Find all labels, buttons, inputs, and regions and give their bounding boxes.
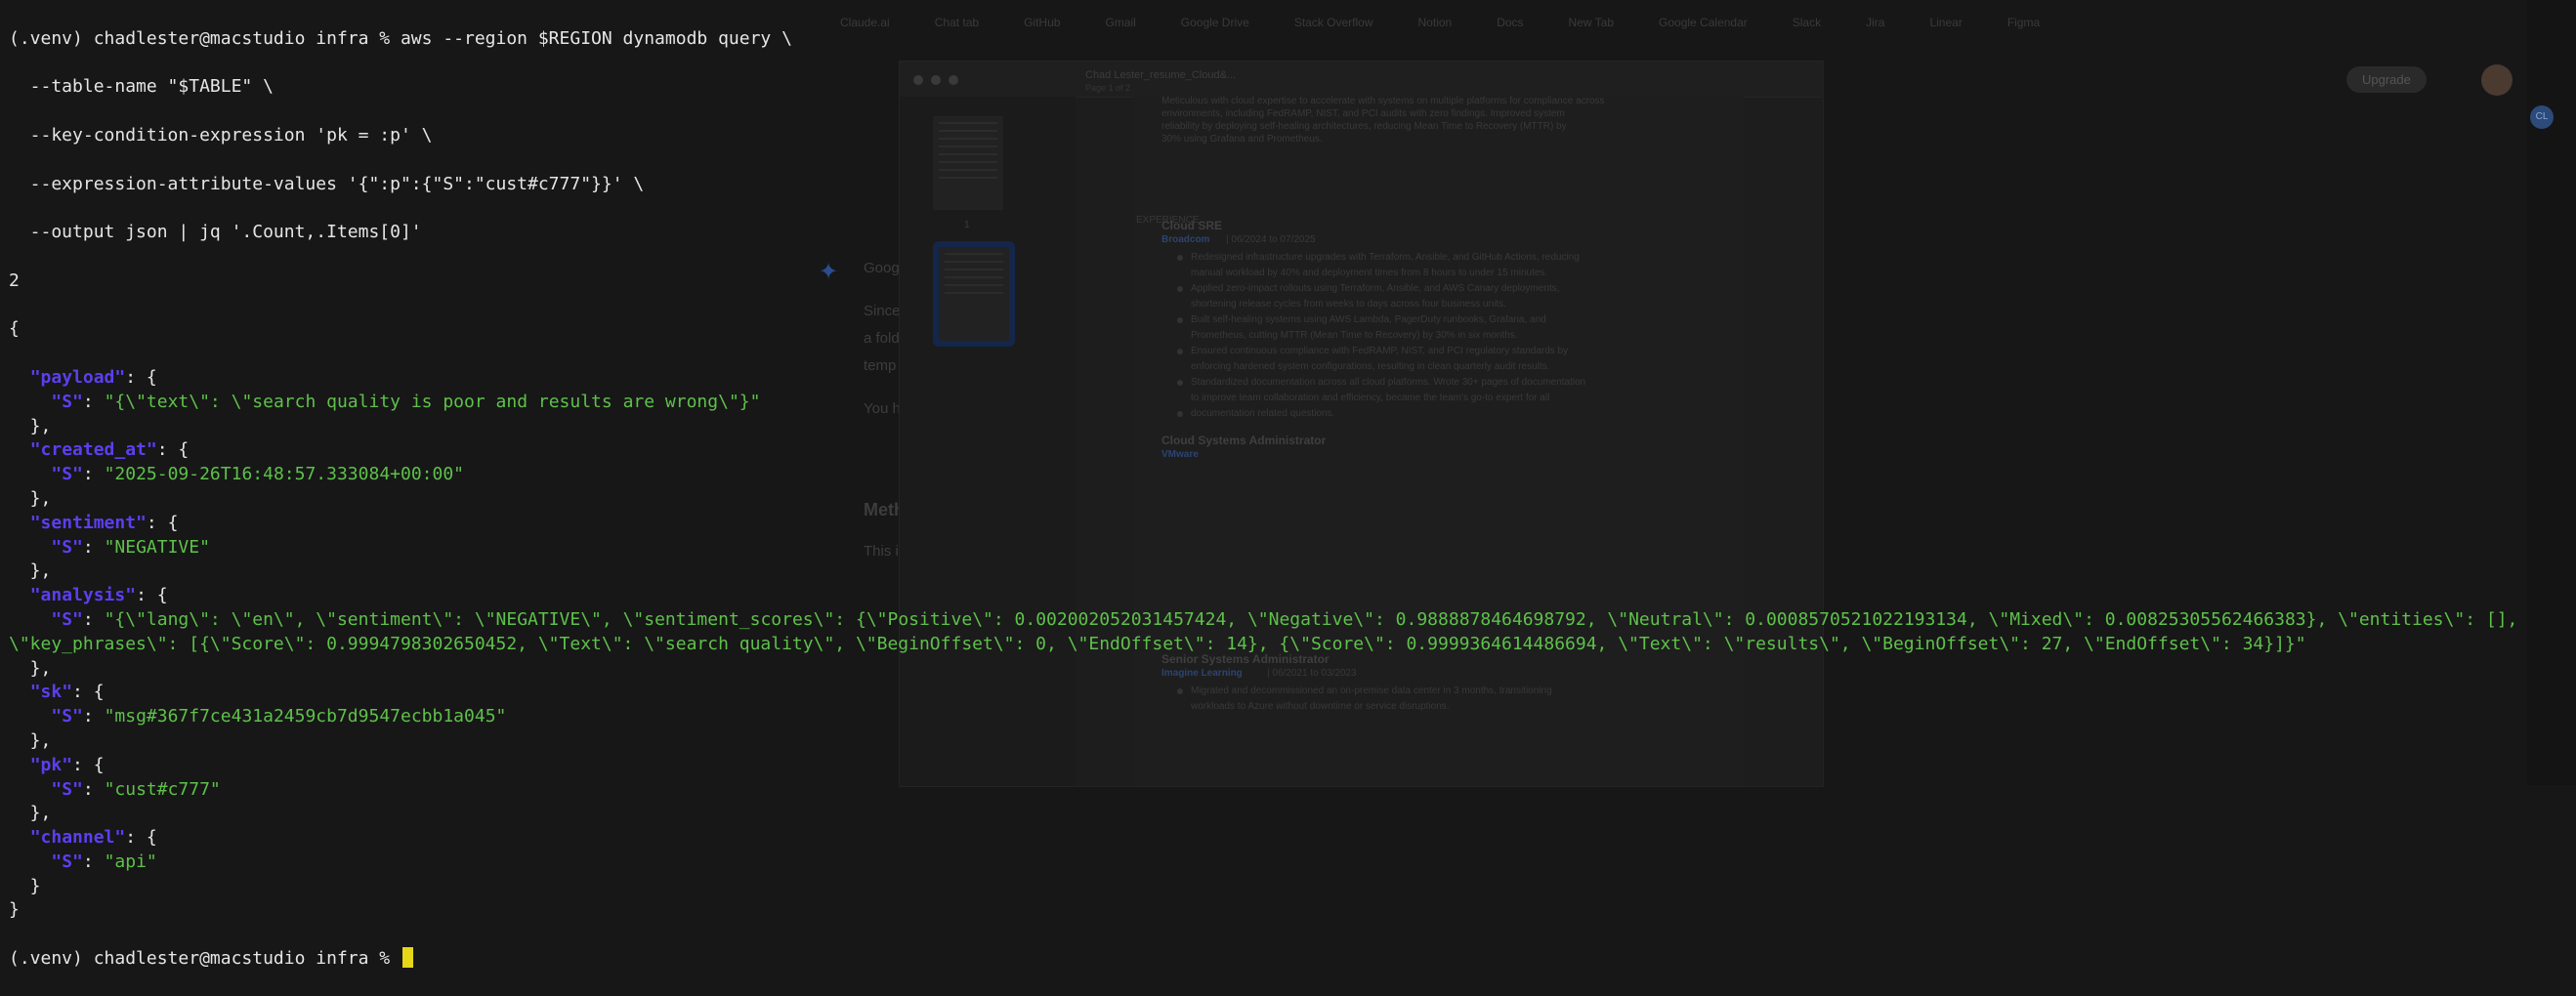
json-field-key-line: "pk": {: [9, 754, 2517, 778]
command-line-1: (.venv) chadlester@macstudio infra % aws…: [9, 27, 2517, 52]
json-punctuation: [9, 827, 30, 848]
terminal-output[interactable]: (.venv) chadlester@macstudio infra % aws…: [9, 3, 2517, 996]
json-punctuation: }: [9, 875, 41, 896]
json-punctuation: : {: [136, 585, 168, 606]
json-field-value-line: "S": "msg#367f7ce431a2459cb7d9547ecbb1a0…: [9, 705, 2517, 729]
json-type-key: "S": [51, 608, 83, 630]
json-type-key: "S": [51, 778, 83, 800]
json-punctuation: : {: [146, 512, 179, 533]
json-punctuation: : {: [156, 439, 190, 461]
json-punctuation: [9, 537, 51, 558]
json-punctuation: : {: [125, 366, 157, 388]
json-punctuation: },: [9, 729, 52, 751]
json-key: "channel": [29, 827, 126, 849]
json-field-close-line: },: [9, 415, 2517, 439]
json-type-key: "S": [51, 464, 83, 485]
json-punctuation: },: [9, 415, 52, 436]
json-string-value: "api": [104, 851, 157, 872]
json-key: "analysis": [29, 585, 137, 606]
json-field-close-line: },: [9, 487, 2517, 512]
json-string-value: "2025-09-26T16:48:57.333084+00:00": [104, 464, 465, 485]
json-punctuation: [9, 706, 51, 726]
json-field-key-line: "created_at": {: [9, 438, 2517, 463]
json-field-value-wrap: \"key_phrases\": [{\"Score\": 0.99947983…: [9, 633, 2517, 657]
json-field-close-line: },: [9, 802, 2517, 826]
json-key: "pk": [29, 754, 73, 775]
json-field-value-line: "S": "2025-09-26T16:48:57.333084+00:00": [9, 463, 2517, 487]
json-key: "sk": [29, 682, 73, 703]
json-key: "payload": [29, 366, 126, 388]
json-type-key: "S": [51, 536, 83, 558]
json-punctuation: [9, 851, 51, 872]
json-type-key: "S": [51, 851, 83, 872]
json-close-brace: }: [9, 899, 20, 921]
json-type-key: "S": [51, 391, 83, 412]
shell-prompt: (.venv) chadlester@macstudio infra %: [9, 27, 401, 49]
json-field-close-line: }: [9, 875, 2517, 899]
json-string-value: "{\"text\": \"search quality is poor and…: [104, 391, 761, 412]
json-punctuation: },: [9, 487, 52, 509]
json-field-value-line: "S": "cust#c777": [9, 778, 2517, 803]
command-text: aws --region $REGION dynamodb query \: [400, 27, 792, 49]
json-punctuation: },: [9, 657, 52, 679]
json-punctuation: :: [82, 851, 105, 872]
prompt-line: (.venv) chadlester@macstudio infra %: [9, 947, 2517, 972]
json-punctuation: : {: [72, 754, 105, 775]
json-punctuation: [9, 779, 51, 800]
json-field-key-line: "channel": {: [9, 826, 2517, 851]
json-punctuation: :: [82, 391, 105, 412]
json-key: "created_at": [29, 439, 157, 461]
json-field-value-line: "S": "NEGATIVE": [9, 536, 2517, 560]
profile-badge[interactable]: CL: [2530, 105, 2554, 129]
json-punctuation: :: [82, 778, 105, 800]
json-punctuation: },: [9, 803, 52, 824]
json-type-key: "S": [51, 706, 83, 727]
command-line-4: --expression-attribute-values '{":p":{"S…: [9, 173, 645, 194]
json-field-value-line: "S": "{\"lang\": \"en\", \"sentiment\": …: [9, 608, 2517, 633]
json-punctuation: : {: [72, 682, 105, 703]
json-string-value: "NEGATIVE": [104, 536, 210, 558]
json-field-key-line: "sk": {: [9, 681, 2517, 705]
json-field-key-line: "payload": {: [9, 366, 2517, 391]
json-punctuation: [9, 464, 51, 484]
json-field-close-line: },: [9, 560, 2517, 584]
count-output: 2: [9, 270, 20, 291]
shell-prompt: (.venv) chadlester@macstudio infra %: [9, 948, 401, 970]
json-field-value-line: "S": "api": [9, 851, 2517, 875]
json-string-value: "msg#367f7ce431a2459cb7d9547ecbb1a045": [104, 706, 507, 727]
terminal-cursor: [401, 947, 413, 969]
json-punctuation: [9, 609, 51, 630]
json-punctuation: [9, 755, 30, 775]
json-fields: "payload": { "S": "{\"text\": \"search q…: [9, 366, 2517, 899]
json-open-brace: {: [9, 318, 20, 340]
json-field-value-line: "S": "{\"text\": \"search quality is poo…: [9, 391, 2517, 415]
json-punctuation: [9, 392, 51, 412]
json-punctuation: [9, 439, 30, 460]
json-field-close-line: },: [9, 657, 2517, 682]
json-string-value-continued: \"key_phrases\": [{\"Score\": 0.99947983…: [9, 633, 2306, 654]
command-line-5: --output json | jq '.Count,.Items[0]': [9, 222, 422, 243]
json-key: "sentiment": [29, 512, 147, 533]
json-punctuation: },: [9, 560, 52, 582]
json-punctuation: [9, 682, 30, 702]
json-punctuation: : {: [125, 827, 157, 849]
json-punctuation: [9, 513, 30, 533]
command-line-2: --table-name "$TABLE" \: [9, 76, 274, 98]
json-punctuation: :: [82, 536, 105, 558]
json-field-key-line: "sentiment": {: [9, 512, 2517, 536]
json-punctuation: :: [82, 464, 105, 485]
json-field-key-line: "analysis": {: [9, 584, 2517, 608]
json-string-value: "{\"lang\": \"en\", \"sentiment\": \"NEG…: [104, 608, 2518, 630]
json-punctuation: :: [82, 706, 105, 727]
command-line-3: --key-condition-expression 'pk = :p' \: [9, 124, 433, 145]
json-punctuation: :: [82, 608, 105, 630]
json-punctuation: [9, 585, 30, 605]
json-field-close-line: },: [9, 729, 2517, 754]
json-punctuation: [9, 367, 30, 388]
json-string-value: "cust#c777": [104, 778, 221, 800]
